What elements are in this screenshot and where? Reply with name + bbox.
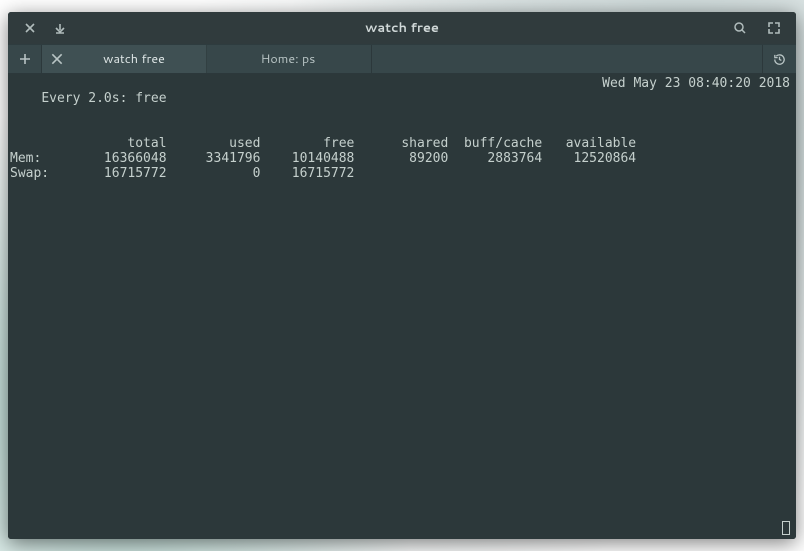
tab-label: watch free <box>72 50 196 68</box>
minimize-icon[interactable] <box>52 20 68 36</box>
search-icon[interactable] <box>732 20 748 36</box>
watch-timestamp: Wed May 23 08:40:20 2018 <box>602 76 790 91</box>
free-output-table: total used free shared buff/cache availa… <box>10 136 792 181</box>
titlebar-right-controls <box>732 20 796 36</box>
terminal-window: watch free watch free Home: ps <box>8 12 796 539</box>
watch-interval-line: Every 2.0s: free <box>41 91 166 106</box>
titlebar-left-controls <box>8 20 68 36</box>
tab-label: Home: ps <box>215 50 361 68</box>
close-icon[interactable] <box>22 20 38 36</box>
history-icon[interactable] <box>762 45 796 73</box>
maximize-icon[interactable] <box>766 20 782 36</box>
tab-bar: watch free Home: ps <box>8 44 796 74</box>
new-tab-button[interactable] <box>8 45 42 73</box>
titlebar: watch free <box>8 12 796 44</box>
terminal-viewport[interactable]: Every 2.0s: free Wed May 23 08:40:20 201… <box>8 74 796 539</box>
tab-close-icon[interactable] <box>50 52 64 66</box>
tab-home-ps[interactable]: Home: ps <box>207 45 372 73</box>
window-title: watch free <box>8 19 796 37</box>
terminal-cursor <box>782 521 790 535</box>
tab-watch-free[interactable]: watch free <box>42 45 207 73</box>
